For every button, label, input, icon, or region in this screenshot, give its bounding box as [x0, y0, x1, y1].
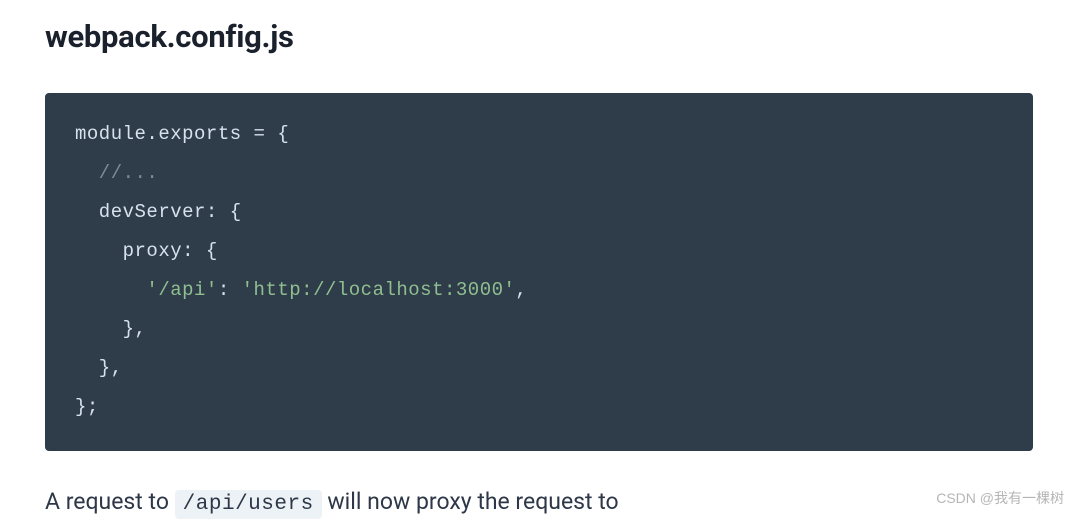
code-block: module.exports = { //... devServer: { pr… [45, 93, 1033, 451]
body-text-prefix: A request to [45, 488, 175, 515]
code-line: proxy: { [75, 232, 1003, 271]
code-line: module.exports = { [75, 115, 1003, 154]
doc-container: webpack.config.js module.exports = { //.… [0, 18, 1078, 520]
body-paragraph: A request to /api/users will now proxy t… [45, 485, 1033, 520]
code-line: devServer: { [75, 193, 1003, 232]
inline-code: /api/users [175, 490, 322, 519]
code-line: '/api': 'http://localhost:3000', [75, 271, 1003, 310]
code-line: }; [75, 388, 1003, 427]
code-line: }, [75, 349, 1003, 388]
code-line: //... [75, 154, 1003, 193]
watermark: CSDN @我有一棵树 [936, 488, 1064, 508]
filename-heading: webpack.config.js [45, 18, 1033, 55]
code-line: }, [75, 310, 1003, 349]
body-text-suffix: will now proxy the request to [322, 488, 619, 515]
